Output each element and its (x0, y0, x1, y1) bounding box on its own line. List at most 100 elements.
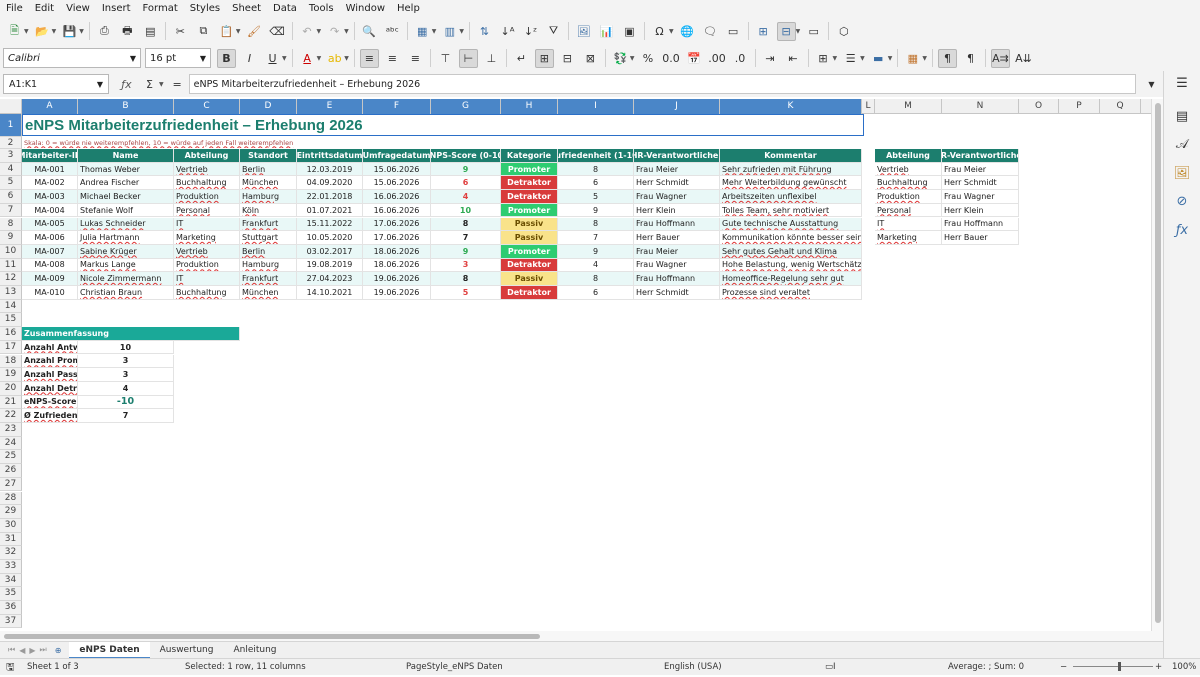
menu-data[interactable]: Data (267, 3, 303, 14)
summary-label-cell[interactable]: Anzahl Passive (22, 368, 78, 382)
table-cell-name[interactable]: Lukas Schneider (78, 217, 174, 232)
align-top-icon[interactable]: ⊤ (436, 49, 455, 68)
table-cell-entry[interactable]: 14.10.2021 (297, 286, 363, 300)
comment-icon[interactable]: 🗨 (701, 22, 720, 41)
table-cell-cat[interactable]: Promoter (501, 162, 558, 177)
table-cell-entry[interactable]: 10.05.2020 (297, 231, 363, 245)
pivot-table-icon[interactable]: ▣ (620, 22, 639, 41)
table-cell-cat[interactable]: Promoter (501, 244, 558, 259)
table-cell-loc[interactable]: Stuttgart (240, 231, 297, 245)
table-cell-loc[interactable]: Berlin (240, 244, 297, 259)
right-to-left-icon[interactable]: ¶ (961, 49, 980, 68)
zoom-slider-handle[interactable] (1118, 662, 1121, 671)
row-header-36[interactable]: 36 (0, 601, 22, 615)
table-cell-sat[interactable]: 6 (558, 176, 634, 191)
table-cell-entry[interactable]: 19.08.2019 (297, 258, 363, 273)
lookup-header-cell[interactable]: HR-Verantwortlicher (942, 149, 1019, 163)
table-cell-cat[interactable]: Detraktor (501, 190, 558, 204)
vertical-scrollbar[interactable] (1151, 99, 1163, 631)
summary-value-cell[interactable]: -10 (78, 395, 174, 410)
cut-icon[interactable]: ✂ (171, 22, 190, 41)
table-cell-survey[interactable]: 17.06.2026 (363, 217, 431, 232)
number-format-icon[interactable]: 0.0 (662, 49, 681, 68)
column-header-A[interactable]: A (22, 99, 78, 114)
styles-icon[interactable]: 𝒜 (1173, 135, 1191, 153)
menu-format[interactable]: Format (137, 3, 184, 14)
gallery-icon[interactable]: 🖼 (1173, 164, 1191, 182)
table-header-cell[interactable]: Umfragedatum (363, 149, 431, 163)
table-cell-id[interactable]: MA-003 (22, 190, 78, 204)
table-cell-survey[interactable]: 15.06.2026 (363, 176, 431, 191)
table-cell-comment[interactable]: Hohe Belastung, wenig Wertschätzung (720, 258, 862, 273)
column-header-G[interactable]: G (431, 99, 501, 114)
menu-window[interactable]: Window (340, 3, 391, 14)
merge-center-icon[interactable]: ⊞ (534, 48, 554, 68)
zoom-in-icon[interactable]: + (1155, 662, 1162, 672)
lookup-hr-cell[interactable]: Herr Klein (942, 203, 1019, 218)
table-cell-id[interactable]: MA-010 (22, 286, 78, 300)
table-header-cell[interactable]: Eintrittsdatum (297, 149, 363, 163)
print-preview-icon[interactable]: ▤ (141, 22, 160, 41)
zoom-out-icon[interactable]: − (1060, 662, 1067, 672)
summary-value-cell[interactable]: 3 (78, 368, 174, 382)
prev-sheet-icon[interactable]: ◀ (19, 646, 25, 655)
insert-image-icon[interactable]: 🖼 (574, 22, 593, 41)
menu-styles[interactable]: Styles (184, 3, 226, 14)
table-cell-dept[interactable]: IT (174, 272, 240, 286)
first-sheet-icon[interactable]: ⏮ (8, 645, 15, 655)
selection-mode-icon[interactable]: ▭Ⅰ (825, 662, 836, 672)
column-header-H[interactable]: H (501, 99, 558, 114)
border-color-icon[interactable]: ▬ (869, 49, 888, 68)
lookup-department-cell[interactable]: IT (875, 217, 942, 232)
font-name-combo[interactable]: Calibri ▼ (3, 48, 141, 68)
align-middle-icon[interactable]: ⊢ (458, 48, 478, 68)
table-cell-hr[interactable]: Herr Klein (634, 203, 720, 218)
table-cell-id[interactable]: MA-006 (22, 231, 78, 245)
table-cell-sat[interactable]: 8 (558, 272, 634, 286)
table-cell-cat[interactable]: Passiv (501, 217, 558, 232)
table-cell-id[interactable]: MA-005 (22, 217, 78, 232)
align-right-icon[interactable]: ≡ (406, 49, 425, 68)
column-header-O[interactable]: O (1019, 99, 1059, 114)
table-cell-name[interactable]: Julia Hartmann (78, 231, 174, 245)
font-size-combo[interactable]: 16 pt ▼ (145, 48, 211, 68)
table-cell-comment[interactable]: Homeoffice-Regelung sehr gut (720, 272, 862, 286)
table-cell-entry[interactable]: 04.09.2020 (297, 176, 363, 191)
table-cell-dept[interactable]: Personal (174, 203, 240, 218)
unmerge-cells-icon[interactable]: ⊠ (581, 49, 600, 68)
column-header-L[interactable]: L (862, 99, 875, 114)
table-cell-comment[interactable]: Sehr zufrieden mit Führung (720, 162, 862, 177)
table-cell-hr[interactable]: Frau Meier (634, 244, 720, 259)
table-cell-dept[interactable]: Vertrieb (174, 162, 240, 177)
currency-format-icon[interactable]: 💱 (611, 49, 630, 68)
borders-icon[interactable]: ⊞ (814, 49, 833, 68)
last-sheet-icon[interactable]: ⏭ (40, 645, 47, 655)
table-cell-sat[interactable]: 8 (558, 217, 634, 232)
row-header-19[interactable]: 19 (0, 368, 22, 382)
table-cell-cat[interactable]: Passiv (501, 272, 558, 286)
table-cell-name[interactable]: Sabine Krüger (78, 244, 174, 259)
row-header-4[interactable]: 4 (0, 162, 22, 177)
row-header-3[interactable]: 3 (0, 149, 22, 163)
name-box[interactable]: A1:K1 ▼ (3, 74, 109, 94)
next-sheet-icon[interactable]: ▶ (29, 646, 35, 655)
table-cell-name[interactable]: Markus Lange (78, 258, 174, 273)
lookup-hr-cell[interactable]: Frau Hoffmann (942, 217, 1019, 232)
lookup-hr-cell[interactable]: Herr Bauer (942, 231, 1019, 245)
spellcheck-icon[interactable]: ᵃᵇᶜ (383, 22, 402, 41)
column-header-Q[interactable]: Q (1100, 99, 1141, 114)
sheet-tab-1[interactable]: Auswertung (150, 642, 224, 659)
row-header-35[interactable]: 35 (0, 587, 22, 602)
subtitle-cell[interactable]: Skala: 0 = würde nie weiterempfehlen, 10… (22, 137, 322, 148)
percent-format-icon[interactable]: % (639, 49, 658, 68)
row-header-29[interactable]: 29 (0, 505, 22, 519)
find-replace-icon[interactable]: 🔍 (360, 22, 379, 41)
table-cell-score[interactable]: 5 (431, 286, 501, 300)
menu-view[interactable]: View (60, 3, 96, 14)
table-cell-dept[interactable]: Buchhaltung (174, 286, 240, 300)
clear-formatting-icon[interactable]: ⌫ (268, 22, 287, 41)
table-cell-cat[interactable]: Detraktor (501, 286, 558, 300)
table-cell-survey[interactable]: 19.06.2026 (363, 272, 431, 286)
row-header-28[interactable]: 28 (0, 491, 22, 506)
column-header-N[interactable]: N (942, 99, 1019, 114)
